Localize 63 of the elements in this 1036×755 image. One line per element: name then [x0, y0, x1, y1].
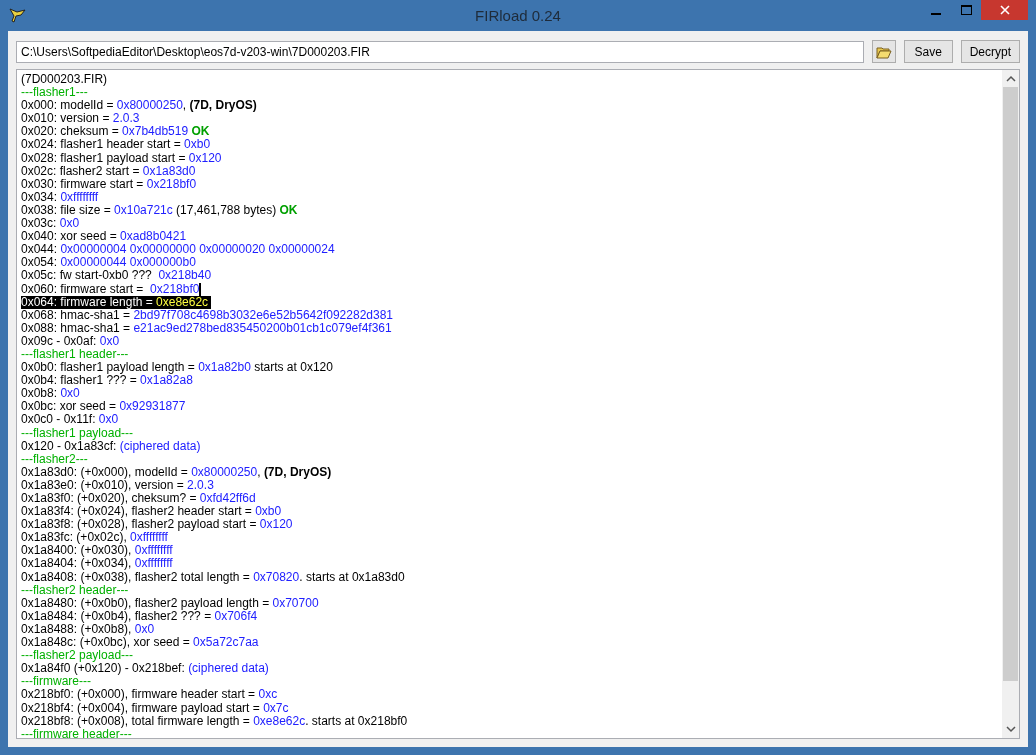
output-line: 0x044: 0x00000004 0x00000000 0x00000020 0x00000024 [21, 243, 335, 257]
output-line: 0x1a848c: (+0x0bc), xor seed = 0x5a72c7aa [21, 636, 259, 650]
output-line: 0x088: hmac-sha1 = e21ac9ed278bed835450200b01cb1c079ef4f361 [21, 321, 392, 335]
output-line: 0x1a83f0: (+0x020), cheksum? = 0xfd42ff6d [21, 492, 256, 506]
output-line: 0x0b4: flasher1 ??? = 0x1a82a8 [21, 374, 193, 388]
output-line: 0x1a84f0 (+0x120) - 0x218bef: (ciphered data) [21, 662, 269, 676]
output-line: ---firmware--- [21, 675, 91, 689]
output-line: 0x040: xor seed = 0xad8b0421 [21, 230, 187, 244]
output-line: 0x038: file size = 0x10a721c (17,461,788 bytes) OK [21, 203, 298, 218]
minimize-icon [931, 13, 941, 15]
close-icon [999, 5, 1010, 15]
output-line: 0x03c: 0x0 [21, 217, 80, 231]
output-line: 0x1a8408: (+0x038), flasher2 total length = 0x70820. starts at 0x1a83d0 [21, 570, 405, 584]
output-line: 0x028: flasher1 payload start = 0x120 [21, 151, 222, 165]
output-line: 0x010: version = 2.0.3 [21, 112, 140, 126]
vertical-scrollbar[interactable] [1002, 70, 1019, 738]
output-line: 0x0b8: 0x0 [21, 387, 80, 401]
output-text-area[interactable] [16, 69, 1020, 739]
output-line: ---firmware header--- [21, 727, 132, 738]
output-line: 0x034: 0xffffffff [21, 190, 99, 204]
output-line: 0x0bc: xor seed = 0x92931877 [21, 400, 186, 414]
output-line: 0x218bf4: (+0x004), firmware payload start = 0x7c [21, 701, 289, 715]
output-line: 0x1a8488: (+0x0b8), 0x0 [21, 622, 155, 637]
output-line: 0x020: cheksum = 0x7b4db519 OK [21, 125, 210, 139]
output-line: ---flasher2--- [21, 452, 88, 466]
folder-icon [875, 45, 892, 59]
output-line: 0x068: hmac-sha1 = 2bd97f708c4698b3032e6e52b5642f092282d381 [21, 308, 393, 322]
output-line: 0x0c0 - 0x11f: 0x0 [21, 413, 119, 427]
output-line: 0x02c: flasher2 start = 0x1a83d0 [21, 164, 196, 178]
output-line: ---flasher2 header--- [21, 583, 129, 597]
output-line: 0x218bf0: (+0x000), firmware header start = 0xc [21, 688, 278, 702]
output-line: 0x1a83e0: (+0x010), version = 2.0.3 [21, 478, 214, 492]
output-line: 0x05c: fw start-0xb0 ??? 0x218b40 [21, 269, 212, 283]
output-line: 0x218bf8: (+0x008), total firmware length = 0xe8e62c. starts at 0x218bf0 [21, 714, 408, 728]
close-button[interactable] [981, 0, 1028, 20]
output-line: 0x1a83f4: (+0x024), flasher2 header start = 0xb0 [21, 505, 282, 519]
output-line: 0x060: firmware start = 0x218bf0 [21, 282, 200, 296]
output-line: 0x0b0: flasher1 payload length = 0x1a82b0 starts at 0x120 [21, 361, 333, 375]
output-line: 0x000: modelId = 0x80000250, (7D, DryOS) [21, 99, 257, 113]
app-bird-icon [8, 6, 28, 24]
output-line: 0x1a83f8: (+0x028), flasher2 payload start = 0x120 [21, 518, 293, 532]
output-line: ---flasher2 payload--- [21, 649, 134, 663]
file-path-field[interactable]: C:\Users\SoftpediaEditor\Desktop\eos7d-v203-win\7D000203.FIR [16, 40, 864, 63]
output-line: ---flasher1--- [21, 86, 88, 100]
save-button[interactable]: Save [903, 40, 953, 63]
output-line: ---flasher1 header--- [21, 347, 129, 362]
maximize-icon [960, 5, 972, 15]
output-line: 0x1a8400: (+0x030), 0xffffffff [21, 544, 173, 558]
window-title: FIRload 0.24 [475, 6, 561, 26]
output-line: (7D000203.FIR) [21, 73, 108, 87]
output-line: 0x120 - 0x1a83cf: (ciphered data) [21, 439, 201, 453]
output-line: 0x030: firmware start = 0x218bf0 [21, 177, 197, 191]
output-line: 0x1a8484: (+0x0b4), flasher2 ??? = 0x706f4 [21, 609, 258, 623]
output-line: 0x1a8480: (+0x0b0), flasher2 payload length = 0x70700 [21, 596, 319, 610]
output-line: 0x024: flasher1 header start = 0xb0 [21, 138, 211, 152]
output-line: 0x1a83fc: (+0x02c), 0xffffffff [21, 531, 168, 545]
output-line: 0x1a8404: (+0x034), 0xffffffff [21, 557, 173, 571]
output-line: ---flasher1 payload--- [21, 426, 134, 440]
output-line: 0x1a83d0: (+0x000), modelId = 0x80000250, (7D, DryOS) [21, 465, 332, 479]
open-folder-button[interactable] [871, 40, 896, 63]
output-line: 0x09c - 0x0af: 0x0 [21, 334, 120, 348]
output-line: 0x054: 0x00000044 0x000000b0 [21, 256, 196, 270]
decrypt-button[interactable]: Decrypt [960, 40, 1020, 63]
